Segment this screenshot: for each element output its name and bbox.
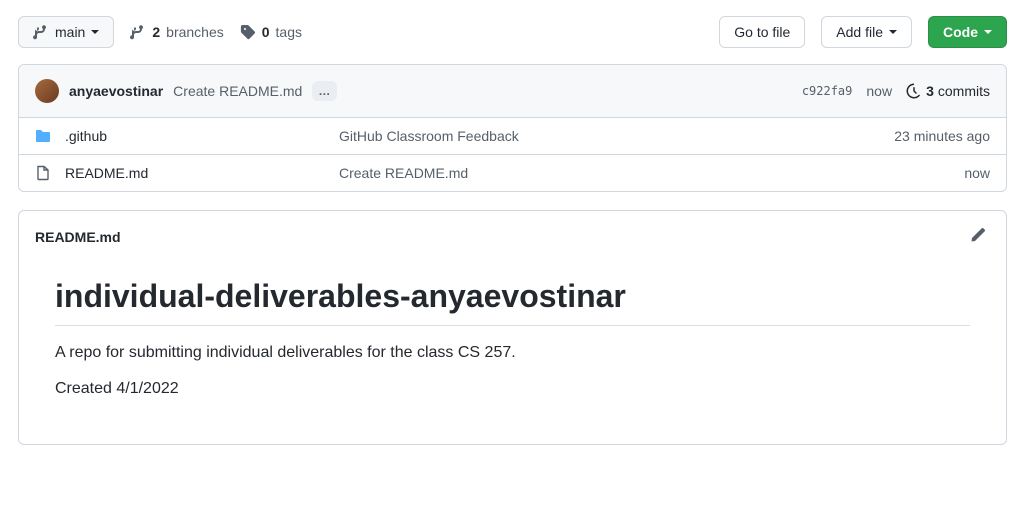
repo-toolbar: main 2 branches 0 tags Go to file Add fi… bbox=[18, 16, 1007, 48]
branches-link[interactable]: 2 branches bbox=[130, 24, 223, 40]
branches-count: 2 bbox=[152, 24, 160, 40]
branch-name: main bbox=[55, 24, 85, 40]
file-time: 23 minutes ago bbox=[894, 128, 990, 144]
commit-sha[interactable]: c922fa9 bbox=[802, 84, 853, 98]
readme-paragraph: A repo for submitting individual deliver… bbox=[55, 344, 970, 362]
file-name-link[interactable]: README.md bbox=[65, 165, 148, 181]
git-branch-icon bbox=[33, 24, 49, 40]
file-commit-message[interactable]: GitHub Classroom Feedback bbox=[339, 128, 880, 144]
readme-body: individual-deliverables-anyaevostinar A … bbox=[19, 262, 1006, 444]
commit-menu-button[interactable]: … bbox=[312, 81, 337, 101]
readme-paragraph: Created 4/1/2022 bbox=[55, 380, 970, 398]
table-row: README.md Create README.md now bbox=[19, 154, 1006, 191]
caret-down-icon bbox=[91, 30, 99, 34]
commit-author[interactable]: anyaevostinar bbox=[69, 83, 163, 99]
caret-down-icon bbox=[889, 30, 897, 34]
tag-icon bbox=[240, 24, 256, 40]
readme-box: README.md individual-deliverables-anyaev… bbox=[18, 210, 1007, 445]
caret-down-icon bbox=[984, 30, 992, 34]
edit-readme-button[interactable] bbox=[966, 223, 990, 250]
tags-link[interactable]: 0 tags bbox=[240, 24, 302, 40]
branches-label: branches bbox=[166, 24, 224, 40]
file-time: now bbox=[964, 165, 990, 181]
avatar[interactable] bbox=[35, 79, 59, 103]
readme-header: README.md bbox=[19, 211, 1006, 262]
commits-label: commits bbox=[938, 83, 990, 99]
commit-message[interactable]: Create README.md bbox=[173, 83, 302, 99]
pencil-icon bbox=[970, 227, 986, 243]
readme-filename[interactable]: README.md bbox=[35, 229, 121, 245]
commits-count: 3 bbox=[926, 83, 934, 99]
add-file-button[interactable]: Add file bbox=[821, 16, 912, 48]
file-name-link[interactable]: .github bbox=[65, 128, 107, 144]
file-commit-message[interactable]: Create README.md bbox=[339, 165, 950, 181]
folder-icon bbox=[35, 128, 51, 144]
file-icon bbox=[35, 165, 51, 181]
tags-label: tags bbox=[276, 24, 302, 40]
commit-time: now bbox=[866, 83, 892, 99]
branch-select-button[interactable]: main bbox=[18, 16, 114, 48]
git-branch-icon bbox=[130, 24, 146, 40]
table-row: .github GitHub Classroom Feedback 23 min… bbox=[19, 117, 1006, 154]
latest-commit-bar: anyaevostinar Create README.md … c922fa9… bbox=[19, 65, 1006, 117]
commits-link[interactable]: 3 commits bbox=[906, 83, 990, 99]
code-button[interactable]: Code bbox=[928, 16, 1007, 48]
go-to-file-button[interactable]: Go to file bbox=[719, 16, 805, 48]
history-icon bbox=[906, 83, 922, 99]
readme-heading: individual-deliverables-anyaevostinar bbox=[55, 278, 970, 326]
tags-count: 0 bbox=[262, 24, 270, 40]
file-listing-box: anyaevostinar Create README.md … c922fa9… bbox=[18, 64, 1007, 192]
